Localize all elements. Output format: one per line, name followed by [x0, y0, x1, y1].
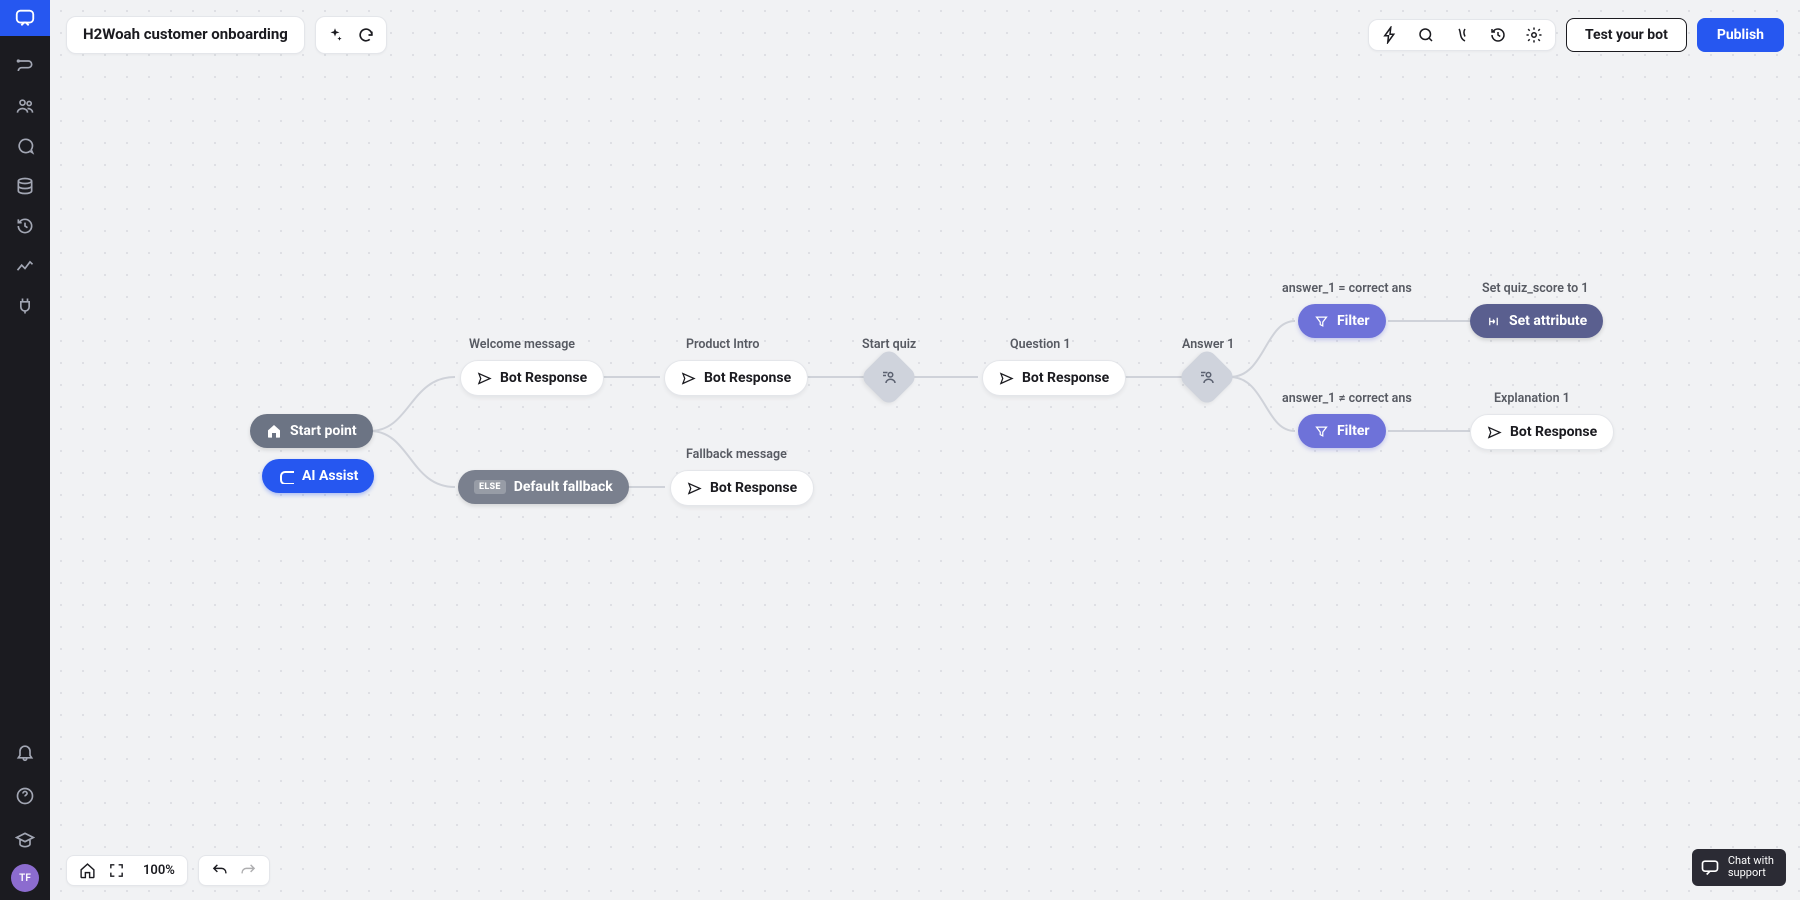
sidebar-users[interactable] [7, 88, 43, 124]
set-attribute-node[interactable]: Set attribute [1470, 304, 1603, 338]
filter-icon [1314, 314, 1329, 329]
sidebar: TF [0, 0, 50, 900]
sidebar-learn[interactable] [7, 822, 43, 858]
product-intro-label: Product Intro [686, 337, 759, 352]
bot-title[interactable]: H2Woah customer onboarding [66, 16, 305, 54]
redo-icon[interactable] [240, 862, 257, 879]
explanation-label: Explanation 1 [1494, 391, 1570, 406]
zoom-level[interactable]: 100% [143, 863, 175, 878]
canvas-area[interactable]: H2Woah customer onboarding Test your bot… [50, 0, 1800, 900]
node-label: Bot Response [500, 370, 587, 386]
default-fallback-node[interactable]: ELSE Default fallback [458, 470, 629, 504]
fallback-response-node[interactable]: Bot Response [670, 470, 814, 506]
node-label: Bot Response [1022, 370, 1109, 386]
user-input-icon [1198, 368, 1216, 386]
ai-assist-node[interactable]: AI Assist [262, 459, 374, 493]
node-label: Default fallback [514, 479, 613, 495]
app-logo[interactable] [0, 0, 50, 36]
set-attribute-icon [1486, 314, 1501, 329]
bolt-icon[interactable] [1381, 26, 1399, 44]
start-point-node[interactable]: Start point [250, 414, 373, 448]
gear-icon[interactable] [1525, 26, 1543, 44]
chat-refresh-icon[interactable] [356, 25, 376, 45]
start-quiz-node[interactable] [859, 347, 918, 406]
flow-canvas: Start point AI Assist Welcome message Bo… [50, 0, 1800, 900]
filter-icon [1314, 424, 1329, 439]
search-icon[interactable] [1417, 26, 1435, 44]
filter-correct-label: answer_1 = correct ans [1282, 281, 1412, 296]
sidebar-notifications[interactable] [7, 734, 43, 770]
toolbar-icons [1368, 19, 1556, 51]
chat-icon [1700, 857, 1720, 877]
sidebar-history[interactable] [7, 208, 43, 244]
send-icon [687, 481, 702, 496]
send-icon [477, 371, 492, 386]
send-icon [681, 371, 696, 386]
node-label: Filter [1337, 423, 1370, 439]
sidebar-integrations[interactable] [7, 288, 43, 324]
sidebar-flows[interactable] [7, 48, 43, 84]
bottom-toolbar: 100% [66, 855, 270, 886]
question1-label: Question 1 [1010, 337, 1071, 352]
product-intro-node[interactable]: Bot Response [664, 360, 808, 396]
support-chat-widget[interactable]: Chat with support [1692, 849, 1786, 886]
answer1-node[interactable] [1177, 347, 1236, 406]
branch-icon[interactable] [1453, 26, 1471, 44]
sidebar-analytics[interactable] [7, 248, 43, 284]
node-label: Start point [290, 423, 357, 439]
history-icon[interactable] [1489, 26, 1507, 44]
filter-wrong-label: answer_1 ≠ correct ans [1282, 391, 1412, 406]
set-attr-label: Set quiz_score to 1 [1482, 281, 1588, 296]
user-input-icon [880, 368, 898, 386]
chat-icon [278, 468, 294, 484]
welcome-response-node[interactable]: Bot Response [460, 360, 604, 396]
publish-button[interactable]: Publish [1697, 18, 1784, 52]
undo-icon[interactable] [211, 862, 228, 879]
node-label: Set attribute [1509, 313, 1587, 329]
node-label: AI Assist [302, 468, 358, 484]
fallback-msg-label: Fallback message [686, 447, 787, 462]
home-icon[interactable] [79, 862, 96, 879]
node-label: Bot Response [710, 480, 797, 496]
ai-tools-chip [315, 16, 387, 54]
node-label: Bot Response [1510, 424, 1597, 440]
answer1-label: Answer 1 [1182, 337, 1234, 352]
node-label: Filter [1337, 313, 1370, 329]
question1-node[interactable]: Bot Response [982, 360, 1126, 396]
sparkle-icon[interactable] [326, 26, 344, 44]
else-tag: ELSE [474, 480, 506, 494]
sidebar-database[interactable] [7, 168, 43, 204]
node-label: Bot Response [704, 370, 791, 386]
home-icon [266, 423, 282, 439]
sidebar-conversations[interactable] [7, 128, 43, 164]
send-icon [999, 371, 1014, 386]
send-icon [1487, 425, 1502, 440]
topbar: H2Woah customer onboarding Test your bot… [66, 16, 1784, 54]
start-quiz-label: Start quiz [862, 337, 916, 352]
test-bot-button[interactable]: Test your bot [1566, 18, 1687, 52]
explanation-node[interactable]: Bot Response [1470, 414, 1614, 450]
chat-line-2: support [1728, 867, 1774, 880]
filter-correct-node[interactable]: Filter [1298, 304, 1386, 338]
filter-wrong-node[interactable]: Filter [1298, 414, 1386, 448]
welcome-label: Welcome message [469, 337, 575, 352]
expand-icon[interactable] [108, 862, 125, 879]
sidebar-help[interactable] [7, 778, 43, 814]
avatar[interactable]: TF [11, 864, 39, 892]
